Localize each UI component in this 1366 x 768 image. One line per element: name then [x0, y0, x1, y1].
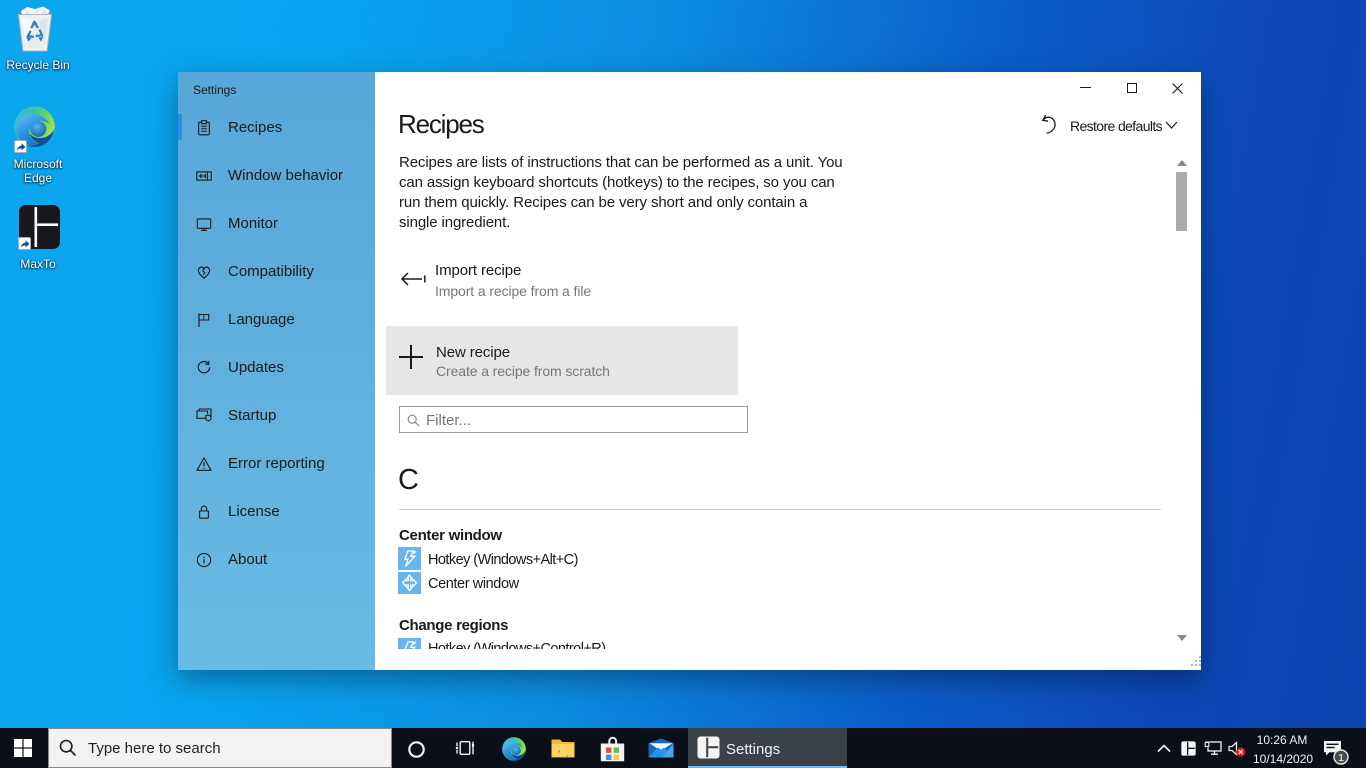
svg-text:1: 1 — [1338, 752, 1344, 764]
